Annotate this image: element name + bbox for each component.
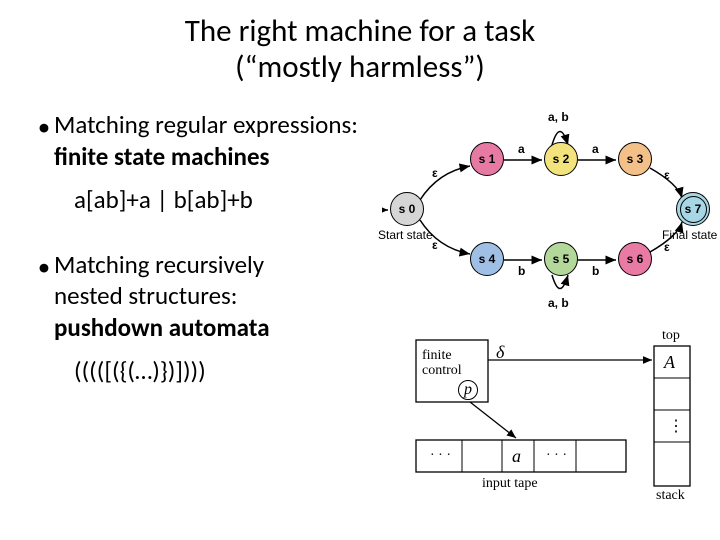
state-s4: s 4: [470, 242, 504, 276]
state-s3: s 3: [618, 142, 652, 176]
state-s2: s 2: [544, 142, 578, 176]
input-tape-label: input tape: [482, 476, 538, 492]
bullet-1-lead: Matching regular expressions:: [54, 109, 358, 140]
slide-title: The right machine for a task (“mostly ha…: [0, 0, 720, 85]
tape-dots-right: · · ·: [546, 448, 567, 464]
title-line1: The right machine for a task: [0, 14, 720, 50]
edge-label-b: b: [592, 264, 599, 278]
bullet-dot: •: [34, 109, 54, 142]
bullet-1-text: Matching regular expressions: finite sta…: [54, 109, 358, 172]
state-s1: s 1: [470, 142, 504, 176]
bullet-1-strong: finite state machines: [54, 141, 270, 172]
stack-vdots: ⋮: [668, 416, 684, 436]
tape-a: a: [512, 446, 521, 467]
tape-dots-left: · · ·: [430, 448, 451, 464]
fsm-diagram: s 0 s 1 s 2 s 3 s 4 s 5 s 6 s 7 ε ε a a …: [382, 112, 718, 302]
edge-label-eps: ε: [432, 166, 438, 180]
state-s0: s 0: [390, 192, 424, 226]
top-label: top: [662, 328, 680, 344]
state-s7: s 7: [676, 192, 710, 226]
stack-label: stack: [656, 488, 685, 504]
state-s5: s 5: [544, 242, 578, 276]
start-state-label: Start state: [378, 228, 433, 242]
edge-label-eps: ε: [664, 240, 670, 254]
stack-top-A: A: [664, 352, 675, 373]
title-line2: (“mostly harmless”): [0, 50, 720, 86]
bullet-2-strong: pushdown automata: [54, 312, 270, 343]
edge-label-ab: a, b: [548, 296, 569, 310]
p-state: p: [458, 380, 478, 400]
finite-control-label: finite control: [422, 348, 462, 379]
bullet-2-text: Matching recursively nested structures: …: [54, 249, 270, 343]
bullet-2-lead: Matching recursively: [54, 249, 264, 280]
edge-label-eps: ε: [664, 168, 670, 182]
fsm-edges: [382, 112, 718, 302]
pda-diagram: finite control δ p · · · a · · · input t…: [406, 330, 706, 520]
edge-label-ab: a, b: [548, 110, 569, 124]
state-s6: s 6: [618, 242, 652, 276]
bullet-dot: •: [34, 249, 54, 282]
bullet-2-lead2: nested structures:: [54, 280, 238, 311]
final-state-label: Final state: [662, 228, 717, 242]
delta-label: δ: [496, 342, 504, 363]
edge-label-a: a: [592, 142, 599, 156]
edge-label-b: b: [518, 264, 525, 278]
edge-label-a: a: [518, 142, 525, 156]
